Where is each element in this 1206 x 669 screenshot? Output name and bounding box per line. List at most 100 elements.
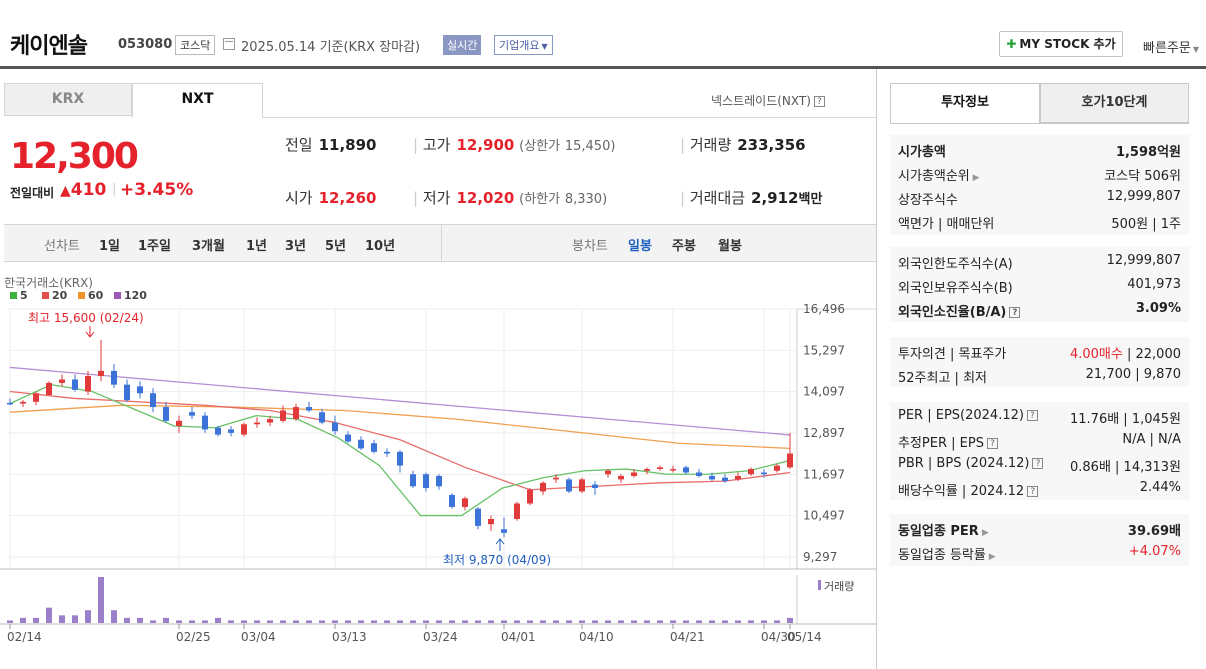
calendar-icon	[223, 38, 235, 50]
range-10y[interactable]: 10년	[365, 235, 395, 254]
corp-overview-dropdown[interactable]: 기업개요 ▼	[494, 35, 553, 55]
candle-body	[267, 419, 273, 423]
header-divider	[0, 66, 1206, 69]
reference-date: 2025.05.14 기준(KRX 장마감)	[241, 40, 421, 55]
help-icon[interactable]: ?	[1009, 307, 1021, 318]
candle-body	[332, 422, 338, 432]
legend-label: 20	[52, 289, 68, 302]
x-tick-label: 04/10	[579, 630, 614, 644]
my-stock-add-button[interactable]: ✚ MY STOCK 추가	[999, 31, 1123, 57]
volume-bar	[124, 617, 130, 623]
help-icon[interactable]: ?	[1027, 486, 1039, 497]
range-5y[interactable]: 5년	[325, 235, 346, 254]
candle-body	[605, 470, 611, 475]
price-chart[interactable]: 한국거래소(KRX) 5 20 60 120 16,496 15,297 14,097 12…	[0, 262, 876, 669]
x-axis-ticks: 02/14 02/25 03/04 03/13 03/24 04/01 04/10 04/21…	[7, 624, 822, 644]
candle-body	[462, 498, 468, 507]
tab-orderbook[interactable]: 호가10단계	[1040, 83, 1189, 123]
help-icon[interactable]: ?	[986, 438, 998, 449]
line-chart-label: 선차트	[44, 239, 80, 254]
help-icon[interactable]: ?	[1032, 458, 1044, 469]
candle-body	[735, 475, 741, 480]
info-row[interactable]: 동일업종 PER ▶ 39.69배	[898, 520, 1181, 540]
quick-order-button[interactable]: 빠른주문 ▼	[1143, 37, 1199, 56]
volume-bar	[709, 620, 715, 623]
info-row: 액면가 | 매매단위 500원 | 1주	[898, 213, 1181, 233]
help-icon[interactable]: ?	[1026, 410, 1038, 421]
candlesticks	[7, 339, 793, 538]
range-1y[interactable]: 1년	[246, 235, 267, 254]
volume-bar	[462, 620, 468, 623]
opinion-group: 투자의견 | 목표주가 4.00매수 | 22,000 52주최고 | 최저 21,7…	[890, 337, 1189, 387]
y-tick-label: 9,297	[803, 550, 837, 564]
volume-bar	[267, 620, 273, 623]
candle-weekly[interactable]: 주봉	[672, 235, 696, 254]
volume-bar	[436, 620, 442, 623]
volume-bar	[319, 620, 325, 623]
volume-label: 거래량	[689, 136, 732, 154]
separator: |	[112, 182, 117, 197]
x-tick-label: 02/14	[7, 630, 42, 644]
volume-bar	[449, 620, 455, 623]
low-label: 저가	[422, 189, 451, 207]
candle-body	[449, 494, 455, 507]
legend-label: 120	[124, 289, 147, 302]
info-value: 코스닥 506위	[1104, 169, 1181, 184]
info-row[interactable]: 시가총액순위 ▶ 코스닥 506위	[898, 165, 1181, 185]
candle-body	[98, 370, 104, 377]
volume-bar	[59, 615, 65, 623]
candle-body	[787, 453, 793, 468]
candle-body	[670, 469, 676, 471]
candle-body	[657, 467, 663, 470]
volume-bar	[592, 620, 598, 623]
range-3y[interactable]: 3년	[285, 235, 306, 254]
high-label: 고가	[422, 136, 451, 154]
help-icon[interactable]: ?	[813, 96, 825, 107]
info-row: 외국인보유주식수(B) 401,973	[898, 277, 1181, 297]
info-row: 배당수익률 | 2024.12? 2.44%	[898, 480, 1181, 500]
high-annotation: 최고 15,600 (02/24)	[28, 311, 144, 325]
info-value: 500원 | 1주	[1111, 217, 1181, 232]
info-value: 401,973	[1127, 277, 1181, 292]
realtime-button[interactable]: 실시간	[443, 35, 482, 55]
volume-bar	[657, 620, 663, 623]
volume-bar	[696, 620, 702, 623]
range-3m[interactable]: 3개월	[192, 235, 225, 254]
nextrade-label: 넥스트레이드(NXT)?	[711, 92, 825, 109]
candle-body	[59, 379, 65, 383]
candle-body	[774, 465, 780, 471]
candle-body	[397, 451, 403, 466]
info-row: 시가총액 1,598억원	[898, 141, 1181, 161]
volume-bar	[761, 620, 767, 623]
volume-bar	[189, 620, 195, 623]
info-row[interactable]: 동일업종 등락률 ▶ +4.07%	[898, 544, 1181, 564]
tab-invest-info[interactable]: 투자정보	[890, 83, 1040, 123]
tab-nxt[interactable]: NXT	[132, 83, 263, 118]
info-label: 시가총액순위 ▶	[898, 169, 980, 184]
rtab-underline	[890, 123, 1189, 124]
legend-label: 60	[88, 289, 104, 302]
change-label: 전일대비	[10, 186, 55, 200]
candle-body	[202, 415, 208, 430]
y-tick-label: 15,297	[803, 343, 845, 357]
x-tick-label: 04/01	[501, 630, 536, 644]
range-1w[interactable]: 1주일	[138, 235, 171, 254]
candle-daily[interactable]: 일봉	[628, 235, 652, 254]
candle-body	[696, 472, 702, 476]
volume-bar	[605, 620, 611, 623]
tab-krx[interactable]: KRX	[4, 83, 132, 116]
candle-body	[280, 410, 286, 421]
candle-monthly[interactable]: 월봉	[718, 235, 742, 254]
candle-body	[709, 475, 715, 480]
quote-low: | 저가 12,020 (하한가 8,330)	[413, 189, 608, 207]
volume-value: 233,356	[737, 136, 806, 154]
volume-bar	[345, 620, 351, 623]
info-value: 12,999,807	[1106, 189, 1181, 204]
range-1d[interactable]: 1일	[99, 235, 120, 254]
info-label: PBR | BPS (2024.12)?	[898, 456, 1044, 471]
candle-body	[111, 370, 117, 385]
info-label: 시가총액	[898, 145, 946, 160]
info-label: 52주최고 | 최저	[898, 371, 987, 386]
volume-bar	[7, 620, 13, 623]
volume-bar	[85, 610, 91, 623]
